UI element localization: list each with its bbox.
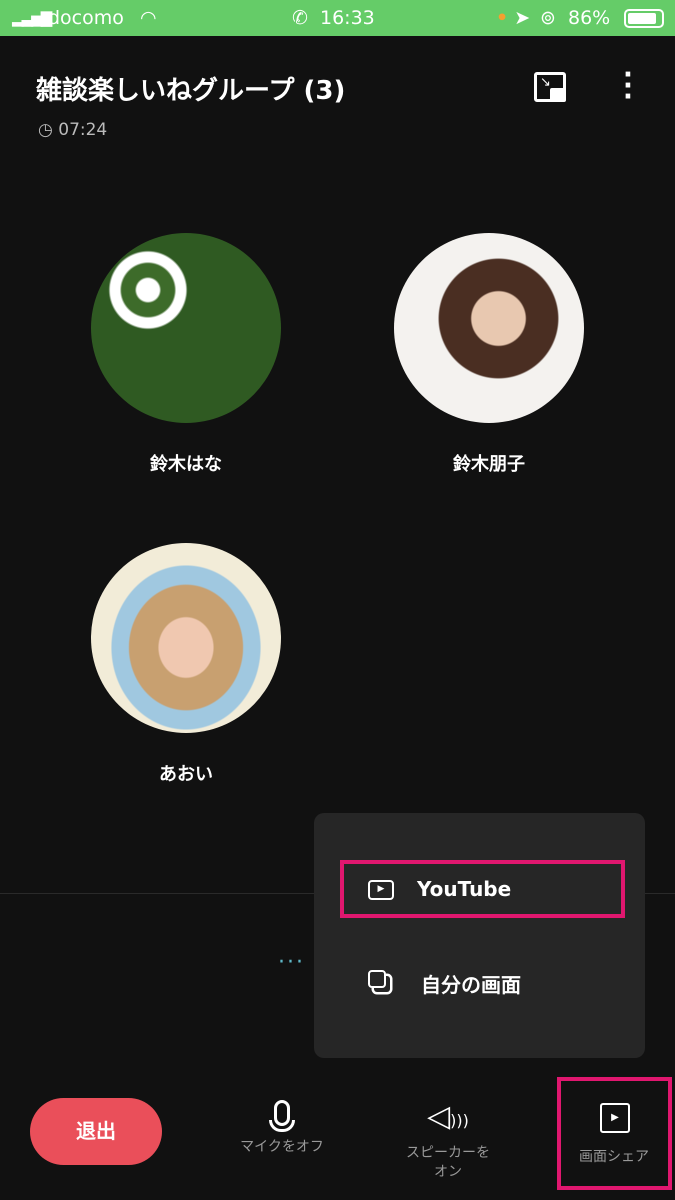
share-menu: ▶ YouTube 自分の画面 [314,813,645,1058]
clock-time: 16:33 [320,7,375,29]
status-bar: ▂▃▅▇ docomo ◠ ✆ 16:33 • ➤ ⊚ 86% [0,0,675,36]
speaker-icon: ◁))) [427,1099,469,1134]
speaker-label: スピーカーを オン [406,1145,490,1180]
duration-text: 07:24 [58,120,108,140]
avatar[interactable] [91,543,281,733]
battery-icon [624,9,664,28]
call-duration: ◷ 07:24 [38,120,107,140]
clock-icon: ◷ [38,120,53,140]
avatar[interactable] [394,233,584,423]
screen-share-button[interactable]: ▶ 画面シェア [557,1077,672,1190]
participant-name: 鈴木はな [150,454,222,475]
share-menu-item-own-screen[interactable]: 自分の画面 [344,958,624,1008]
pip-button[interactable]: ↘ [534,72,566,102]
location-icon: • ➤ [496,7,531,29]
mic-button[interactable]: マイクをオフ [222,1100,342,1170]
pip-icon [550,88,566,102]
play-box-icon: ▶ [368,880,394,900]
page-title: 雑談楽しいねグループ (3) [36,76,346,106]
participant-name: あおい [159,764,213,785]
screen-copy-icon [368,970,386,988]
share-label: 画面シェア [579,1149,649,1165]
avatar[interactable] [91,233,281,423]
carrier: docomo [48,7,124,29]
share-menu-item-youtube[interactable]: ▶ YouTube [340,860,625,918]
battery-percent: 86% [568,7,611,29]
menu-label: YouTube [417,877,512,901]
phone-icon: ✆ [292,7,308,29]
mic-label: マイクをオフ [240,1139,324,1155]
more-options-button[interactable]: · · · [618,62,638,110]
speaker-button[interactable]: ◁))) スピーカーを オン [388,1100,508,1190]
rotation-lock-icon: ⊚ [540,7,556,29]
participant-name: 鈴木朋子 [453,454,525,475]
wifi-icon: ◠ [140,7,157,29]
leave-button[interactable]: 退出 [30,1098,162,1165]
loading-dots: ··· [278,950,305,975]
play-box-icon: ▶ [600,1103,630,1133]
signal-icon: ▂▃▅▇ [12,9,52,27]
menu-label: 自分の画面 [421,973,521,997]
